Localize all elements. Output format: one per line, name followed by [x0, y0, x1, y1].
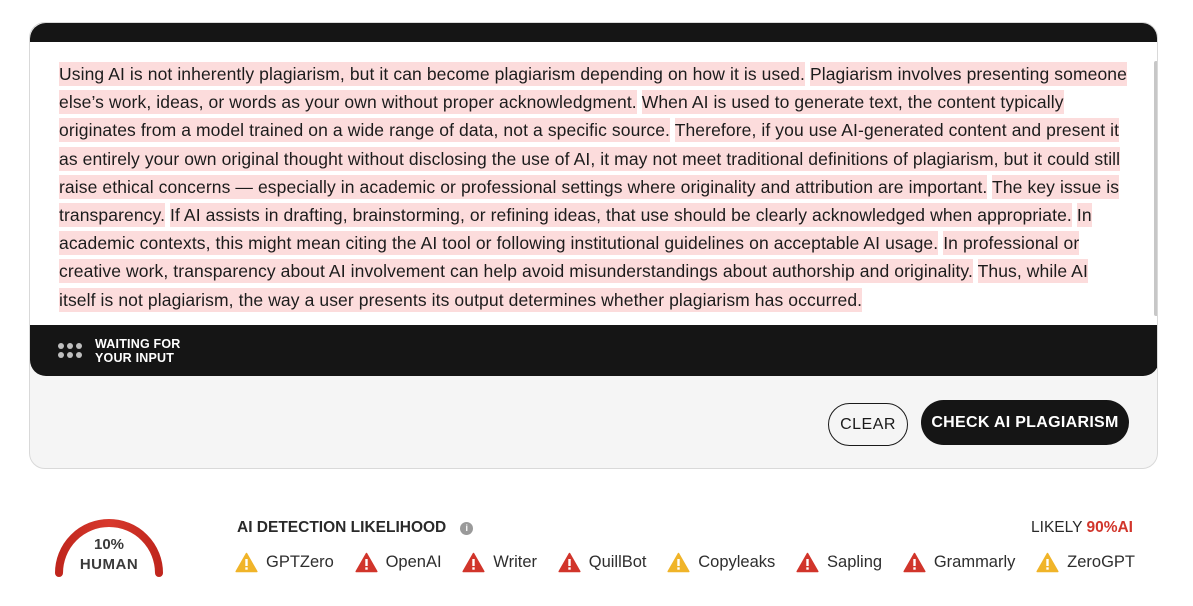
human-percent: 10%: [93, 536, 125, 553]
info-icon[interactable]: i: [460, 521, 474, 535]
detector-item: Writer: [462, 552, 537, 573]
detector-name: QuillBot: [588, 552, 647, 571]
detector-item: ZeroGPT: [1036, 552, 1135, 573]
detector-name: Copyleaks: [698, 552, 776, 571]
detector-item: Sapling: [796, 552, 882, 573]
warning-triangle-icon: [667, 552, 690, 572]
input-text[interactable]: Using AI is not inherently plagiarism, b…: [59, 60, 1129, 314]
detection-title-text: AI DETECTION LIKELIHOOD: [237, 519, 447, 536]
detector-name: Sapling: [827, 552, 883, 571]
editor-scrollbar[interactable]: [1154, 61, 1157, 316]
detector-name: Writer: [493, 552, 537, 571]
detector-item: Copyleaks: [667, 552, 775, 573]
alert-triangle-icon: [558, 552, 581, 572]
alert-triangle-icon: [903, 552, 926, 572]
loading-dots-icon: [58, 343, 82, 358]
text-input-area[interactable]: Using AI is not inherently plagiarism, b…: [30, 42, 1157, 325]
highlighted-sentence: Using AI is not inherently plagiarism, b…: [59, 62, 805, 86]
human-label: HUMAN: [79, 556, 139, 573]
alert-triangle-icon: [355, 552, 378, 572]
detector-item: QuillBot: [558, 552, 647, 573]
detection-title: AI DETECTION LIKELIHOOD i: [237, 519, 474, 537]
likely-prefix: LIKELY: [1031, 519, 1083, 536]
detector-name: ZeroGPT: [1067, 552, 1135, 571]
detector-name: Grammarly: [933, 552, 1016, 571]
status-label: WAITING FOR YOUR INPUT: [95, 336, 181, 365]
alert-triangle-icon: [462, 552, 485, 572]
detector-name: GPTZero: [266, 552, 334, 571]
clear-button[interactable]: CLEAR: [828, 403, 908, 446]
check-ai-plagiarism-button[interactable]: CHECK AI PLAGIARISM: [921, 400, 1129, 445]
text-editor: Using AI is not inherently plagiarism, b…: [30, 23, 1157, 376]
alert-triangle-icon: [796, 552, 819, 572]
warning-triangle-icon: [1036, 552, 1059, 572]
likely-value: 90%AI: [1086, 519, 1133, 536]
human-score: 10% HUMAN: [50, 536, 168, 576]
warning-triangle-icon: [235, 552, 258, 572]
detector-name: OpenAI: [385, 552, 442, 571]
detector-list: GPTZero OpenAI Writer QuillBot Copyleaks Sapl…: [235, 549, 1135, 575]
status-bar: WAITING FOR YOUR INPUT: [30, 325, 1157, 376]
detector-item: GPTZero: [235, 552, 334, 573]
detector-item: Grammarly: [903, 552, 1016, 573]
likely-result: LIKELY 90%AI: [1031, 519, 1133, 537]
highlighted-sentence: If AI assists in drafting, brainstorming…: [170, 203, 1072, 228]
detector-item: OpenAI: [355, 552, 442, 573]
checker-card: Using AI is not inherently plagiarism, b…: [29, 22, 1158, 469]
